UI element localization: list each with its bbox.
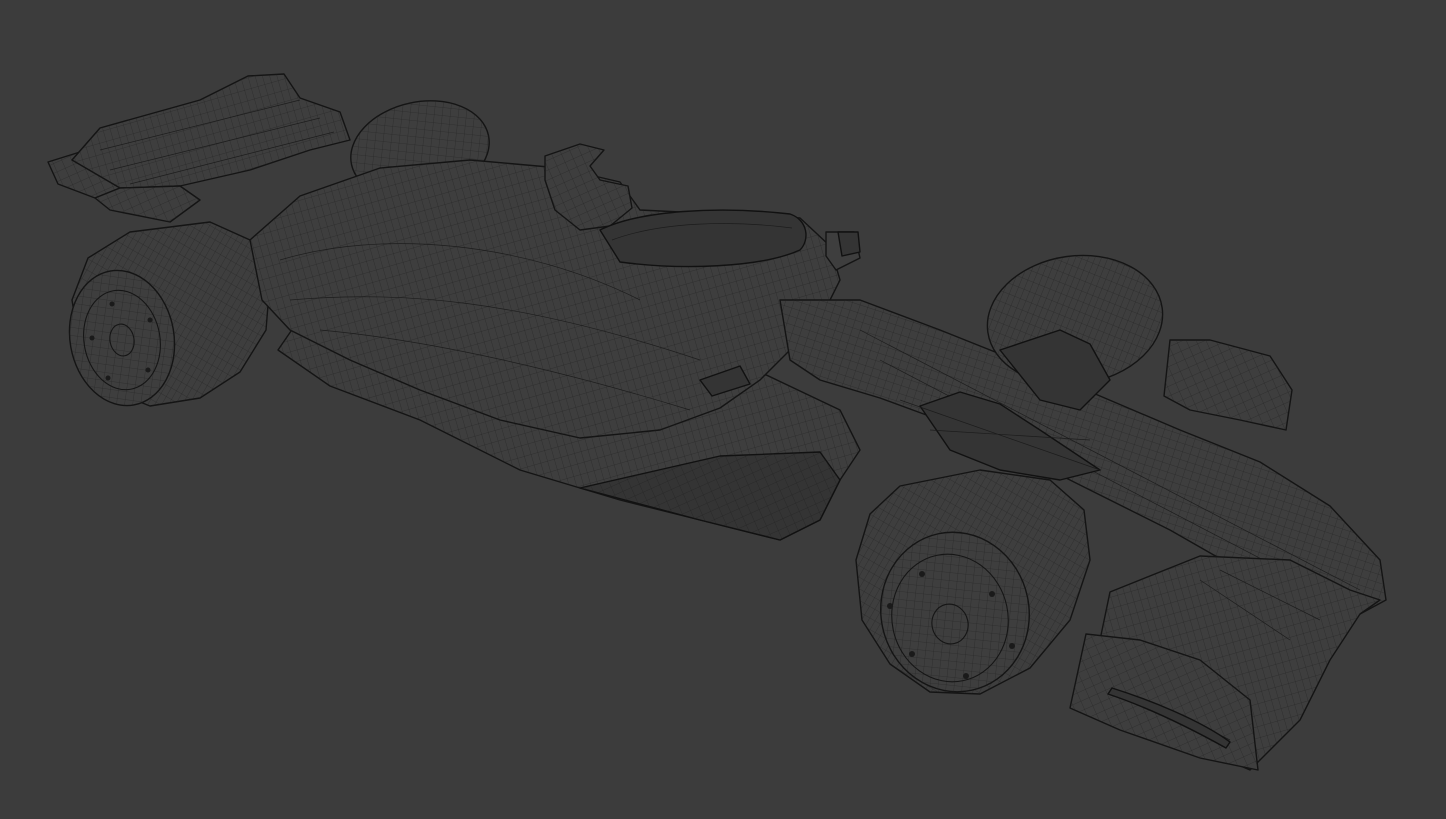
front-left-wheel[interactable]: [855, 469, 1091, 706]
rear-left-wheel[interactable]: [59, 221, 271, 414]
mirror[interactable]: [837, 231, 861, 257]
wireframe-scene[interactable]: [0, 0, 1446, 819]
front-wing-endplate-right[interactable]: [1163, 339, 1293, 431]
front-wing[interactable]: [1069, 555, 1381, 771]
3d-viewport[interactable]: [0, 0, 1446, 819]
